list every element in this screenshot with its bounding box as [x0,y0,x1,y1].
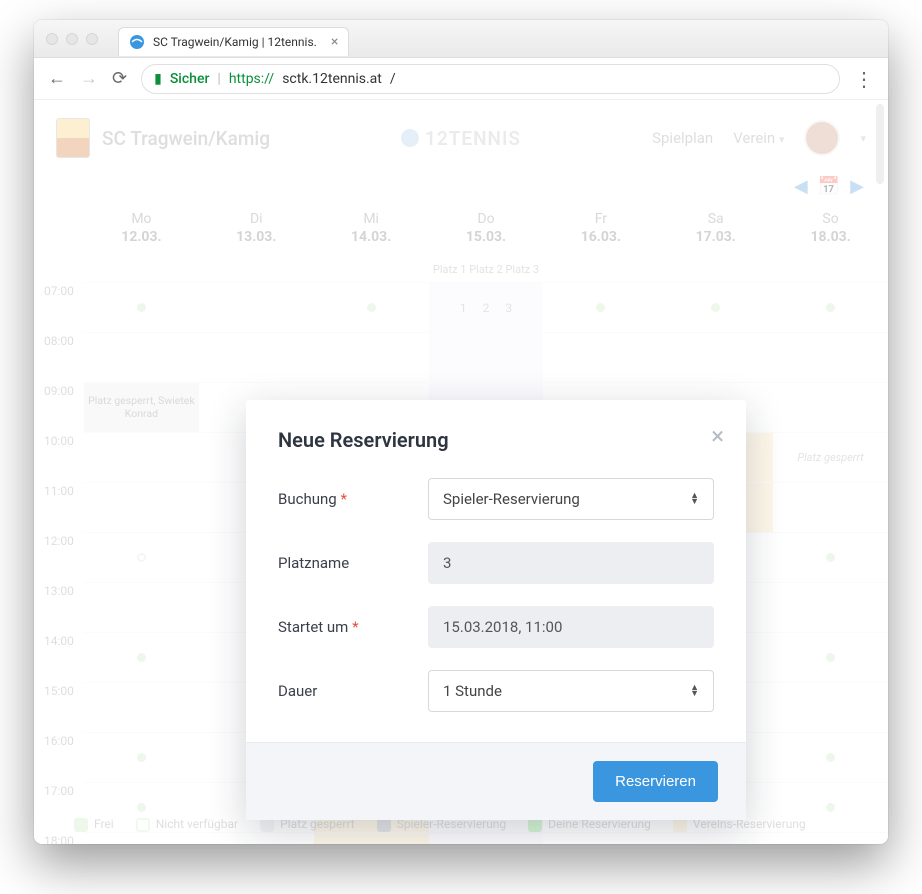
dauer-select[interactable]: 1 Stunde ▲▼ [428,670,714,712]
select-arrows-icon: ▲▼ [690,685,699,697]
platzname-field: 3 [428,542,714,584]
tab-title: SC Tragwein/Kamig | 12tennis. [153,35,317,49]
browser-tab[interactable]: SC Tragwein/Kamig | 12tennis. × [118,27,349,56]
app-viewport: SC Tragwein/Kamig 12TENNIS Spielplan Ver… [34,100,888,844]
platzname-label: Platzname [278,554,428,572]
traffic-min-icon[interactable] [66,33,78,45]
forward-button[interactable]: → [80,68,98,89]
select-arrows-icon: ▲▼ [690,493,699,505]
buchung-label: Buchung * [278,490,428,508]
browser-menu-icon[interactable]: ⋮ [854,67,874,91]
browser-window: SC Tragwein/Kamig | 12tennis. × ← → ⟳ ▮ … [34,20,888,844]
startet-field: 15.03.2018, 11:00 [428,606,714,648]
tab-favicon [129,34,145,50]
window-titlebar: SC Tragwein/Kamig | 12tennis. × [34,20,888,58]
back-button[interactable]: ← [48,68,66,89]
url-host: sctk.12tennis.at [282,71,382,87]
reservation-modal: × Neue Reservierung Buchung * Spieler-Re… [246,400,746,820]
url-input[interactable]: ▮ Sicher | https://sctk.12tennis.at/ [141,64,840,94]
window-controls[interactable] [46,33,98,45]
url-path: / [390,71,396,87]
reload-button[interactable]: ⟳ [112,68,127,89]
lock-icon: ▮ [154,71,162,87]
buchung-select[interactable]: Spieler-Reservierung ▲▼ [428,478,714,520]
close-icon[interactable]: × [711,422,724,450]
browser-addressbar: ← → ⟳ ▮ Sicher | https://sctk.12tennis.a… [34,58,888,100]
traffic-max-icon[interactable] [86,33,98,45]
traffic-close-icon[interactable] [46,33,58,45]
dauer-label: Dauer [278,682,428,700]
url-scheme: https:// [229,71,274,87]
secure-label: Sicher [170,71,210,87]
reservieren-button[interactable]: Reservieren [593,761,718,802]
tab-close-icon[interactable]: × [331,34,338,50]
startet-label: Startet um * [278,618,428,636]
modal-title: Neue Reservierung [278,428,714,452]
